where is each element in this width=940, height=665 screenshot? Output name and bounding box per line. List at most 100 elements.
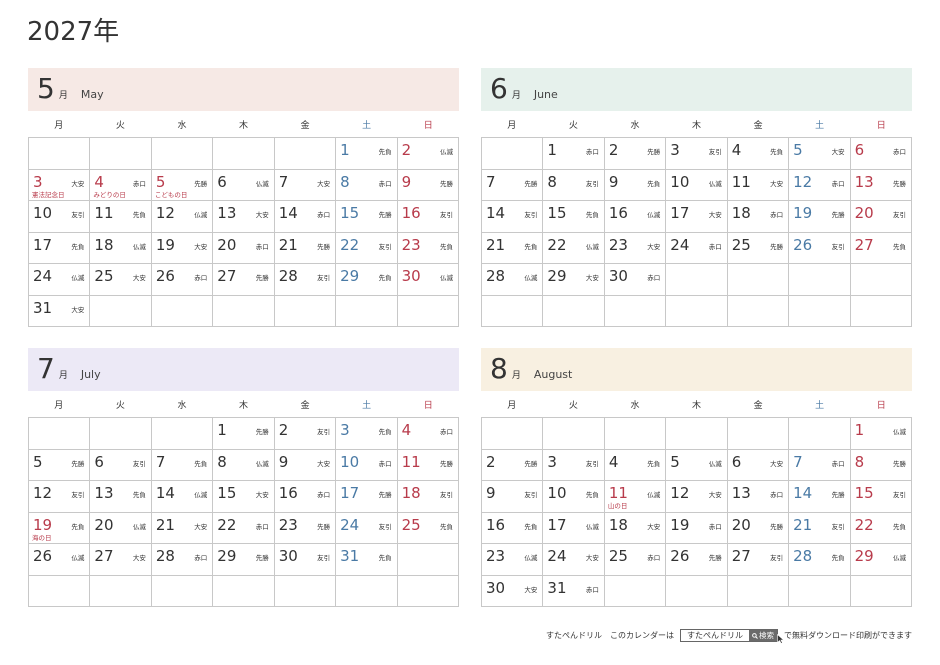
day-cell: 28 仏滅 — [482, 264, 544, 296]
day-cell: 31 先負 — [336, 544, 398, 576]
month-english-name: August — [533, 368, 573, 381]
search-button-label: 検索 — [759, 631, 774, 640]
day-number: 25 — [401, 515, 421, 534]
day-number: 17 — [547, 515, 567, 534]
weekday-label: 水 — [177, 401, 187, 411]
rokuyo-label: 大安 — [585, 274, 599, 282]
weekday-label: 火 — [115, 401, 125, 411]
day-cell: 9 先勝 — [397, 169, 459, 201]
day-number: 14 — [486, 204, 506, 222]
rokuyo-label: 先勝 — [255, 428, 269, 436]
day-number: 15 — [217, 484, 237, 502]
day-number: 19 — [670, 515, 690, 534]
holiday-name: 山の日 — [607, 502, 628, 510]
empty-day-cell — [29, 575, 91, 607]
rokuyo-label: 先勝 — [708, 554, 722, 562]
empty-day-cell — [90, 418, 152, 450]
month-unit: 月 — [511, 91, 521, 101]
day-cell: 22 赤口 — [213, 512, 275, 544]
rokuyo-label: 先負 — [585, 491, 599, 499]
day-number: 5 — [155, 172, 166, 191]
rokuyo-label: 友引 — [585, 459, 599, 468]
rokuyo-label: 赤口 — [439, 428, 453, 436]
rokuyo-label: 大安 — [132, 274, 146, 282]
day-cell: 6 大安 — [727, 449, 790, 481]
rokuyo-label: 先負 — [71, 522, 85, 531]
rokuyo-label: 赤口 — [647, 274, 661, 282]
day-cell: 16 友引 — [397, 201, 459, 233]
empty-day-cell — [274, 138, 337, 170]
rokuyo-label: 先負 — [524, 242, 538, 251]
empty-day-cell — [482, 418, 544, 450]
rokuyo-label: 仏滅 — [194, 211, 208, 219]
day-number: 9 — [608, 172, 619, 191]
day-number: 25 — [731, 235, 751, 254]
rokuyo-label: 仏滅 — [132, 522, 146, 531]
day-number: 5 — [670, 452, 680, 471]
weekday-label: 土 — [815, 401, 825, 411]
day-number: 13 — [94, 484, 114, 502]
day-cell: 22 先負 — [850, 512, 912, 544]
rokuyo-label: 友引 — [524, 491, 538, 499]
day-cell: 20 先勝 — [727, 512, 790, 544]
day-cell: 27 先負 — [850, 232, 912, 264]
day-cell: 27 友引 — [727, 544, 790, 576]
day-number: 7 — [793, 452, 803, 471]
empty-day-cell — [213, 295, 275, 327]
rokuyo-label: 先勝 — [831, 491, 845, 499]
day-cell: 3 先負 — [336, 418, 398, 450]
day-number: 18 — [608, 515, 628, 534]
rokuyo-label: 友引 — [892, 211, 906, 219]
day-number: 24 — [340, 515, 360, 534]
rokuyo-label: 赤口 — [708, 242, 722, 251]
weekday-label: 水 — [630, 121, 640, 131]
day-number: 7 — [155, 452, 166, 471]
day-cell: 13 先勝 — [850, 169, 912, 201]
day-number: 1 — [217, 421, 227, 439]
empty-day-cell — [90, 575, 152, 607]
day-cell: 24 大安 — [543, 544, 605, 576]
rokuyo-label: 先負 — [132, 491, 146, 499]
day-cell: 8 友引 — [543, 169, 605, 201]
month-grid: 1 先負 2 仏滅 3 大安 憲法記念日 4 赤口 みどりの日 5 先勝 こどもの日 6 仏滅 7 大安 8 赤口 9… — [28, 137, 459, 327]
day-number: 21 — [278, 235, 298, 254]
rokuyo-label: 赤口 — [585, 585, 599, 594]
rokuyo-label: 仏滅 — [194, 491, 208, 499]
rokuyo-label: 先負 — [378, 554, 392, 562]
rokuyo-label: 友引 — [317, 554, 331, 562]
rokuyo-label: 先勝 — [647, 148, 661, 156]
empty-day-cell — [397, 544, 459, 576]
day-number: 5 — [793, 141, 803, 159]
day-number: 30 — [401, 267, 421, 285]
day-number: 25 — [94, 267, 114, 285]
day-cell: 29 仏滅 — [850, 544, 912, 576]
day-number: 23 — [401, 235, 421, 254]
rokuyo-label: 赤口 — [317, 491, 331, 499]
day-number: 11 — [94, 204, 114, 222]
day-cell: 26 仏滅 — [29, 544, 91, 576]
rokuyo-label: 先勝 — [439, 179, 453, 188]
rokuyo-label: 友引 — [71, 211, 85, 219]
empty-day-cell — [604, 295, 667, 327]
empty-day-cell — [151, 138, 214, 170]
rokuyo-label: 先負 — [524, 522, 538, 531]
day-number: 23 — [278, 515, 298, 534]
day-cell: 5 先勝 こどもの日 — [151, 169, 214, 201]
empty-day-cell — [274, 295, 337, 327]
empty-day-cell — [789, 295, 851, 327]
empty-day-cell — [850, 295, 912, 327]
rokuyo-label: 仏滅 — [255, 179, 269, 188]
day-number: 4 — [731, 141, 742, 159]
empty-day-cell — [850, 575, 912, 607]
day-number: 27 — [731, 547, 751, 565]
weekday-label: 土 — [362, 121, 372, 131]
rokuyo-label: 先負 — [892, 522, 906, 531]
day-number: 18 — [94, 235, 114, 254]
day-cell: 10 仏滅 — [666, 169, 728, 201]
day-number: 14 — [793, 484, 813, 502]
day-number: 13 — [731, 484, 751, 502]
day-cell: 12 友引 — [29, 481, 91, 513]
weekday-label: 火 — [568, 121, 578, 131]
rokuyo-label: 友引 — [708, 148, 722, 156]
empty-day-cell — [604, 418, 667, 450]
